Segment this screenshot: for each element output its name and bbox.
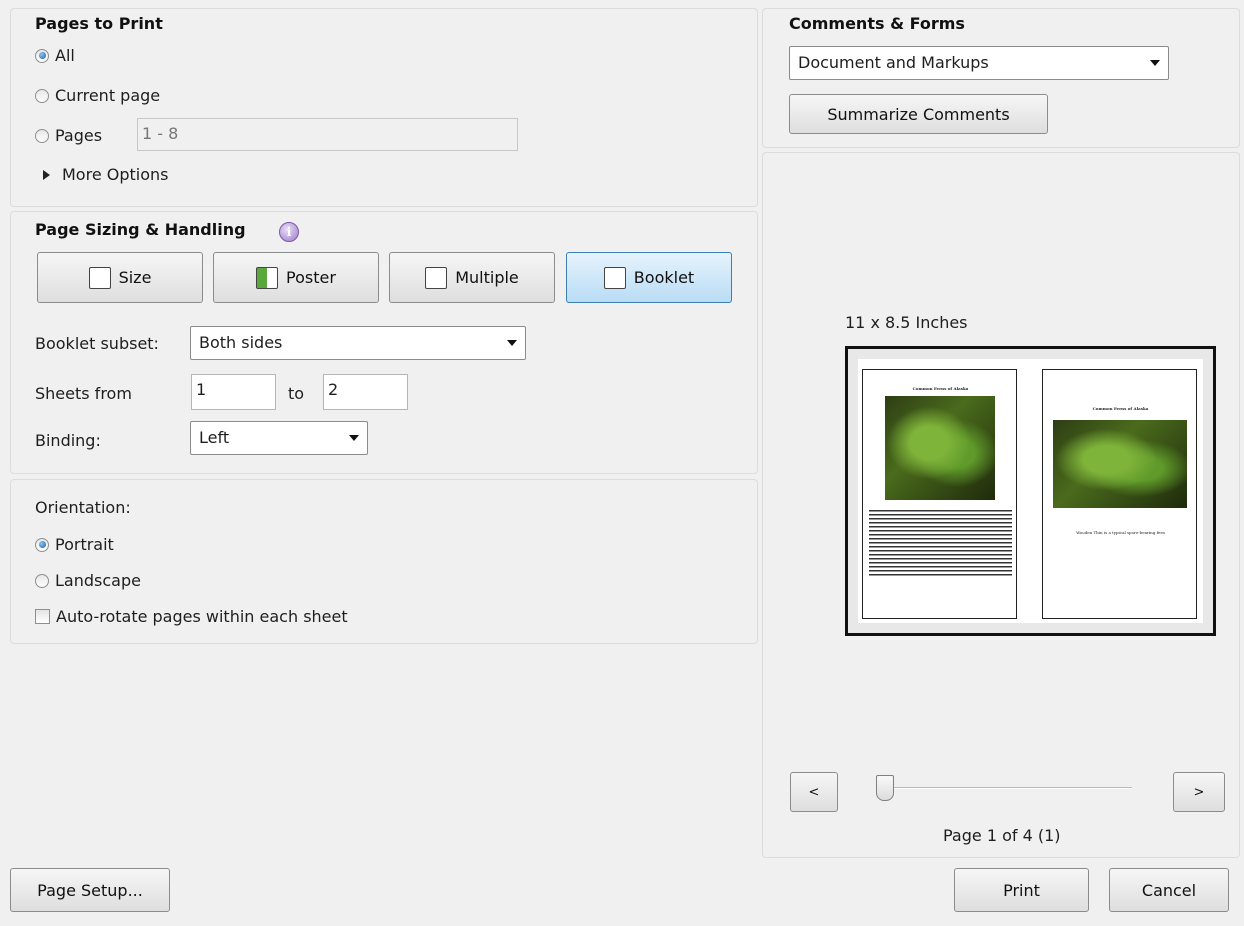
- booklet-subset-label: Booklet subset:: [35, 334, 159, 353]
- summarize-comments-label: Summarize Comments: [827, 104, 1010, 124]
- next-page-label: >: [1193, 784, 1205, 800]
- radio-all-label: All: [55, 46, 75, 65]
- print-button[interactable]: Print: [954, 868, 1089, 912]
- auto-rotate-label: Auto-rotate pages within each sheet: [56, 607, 348, 626]
- page-slider-thumb[interactable]: [876, 775, 894, 801]
- chevron-down-icon: [349, 435, 359, 441]
- expand-triangle-icon: [43, 169, 50, 180]
- chevron-down-icon: [507, 340, 517, 346]
- comments-forms-select[interactable]: Document and Markups: [789, 46, 1169, 80]
- binding-select[interactable]: Left: [190, 421, 368, 455]
- left-page-title: Common Ferns of Alaska: [912, 386, 969, 391]
- comments-forms-title: Comments & Forms: [789, 14, 965, 33]
- comments-forms-panel: Comments & Forms Document and Markups Su…: [762, 8, 1240, 148]
- binding-label: Binding:: [35, 431, 101, 450]
- booklet-button-label: Booklet: [633, 268, 695, 287]
- next-page-button[interactable]: >: [1173, 772, 1225, 812]
- print-label: Print: [1003, 880, 1040, 900]
- poster-button[interactable]: Poster: [213, 252, 379, 303]
- radio-all[interactable]: All: [35, 46, 75, 65]
- prev-page-button[interactable]: <: [790, 772, 838, 812]
- cancel-button[interactable]: Cancel: [1109, 868, 1229, 912]
- right-page-caption: Wooden Thin is a typical spore-bearing f…: [1076, 530, 1165, 535]
- size-button-label: Size: [118, 268, 152, 287]
- more-options-toggle[interactable]: More Options: [43, 165, 168, 184]
- binding-value: Left: [199, 428, 230, 447]
- print-preview: Common Ferns of Alaska Common Ferns of A…: [845, 346, 1216, 636]
- fern-photo-right: [1053, 420, 1187, 508]
- multiple-button-label: Multiple: [455, 268, 519, 287]
- radio-pages-label: Pages: [55, 126, 103, 145]
- page-setup-label: Page Setup...: [37, 880, 143, 900]
- preview-size-label: 11 x 8.5 Inches: [845, 313, 968, 332]
- radio-pages[interactable]: Pages: [35, 126, 102, 145]
- pages-to-print-title: Pages to Print: [35, 14, 163, 33]
- sheets-from-input[interactable]: 1: [191, 374, 276, 410]
- page-sizing-title: Page Sizing & Handling: [35, 220, 246, 239]
- booklet-subset-value: Both sides: [199, 333, 283, 352]
- pages-to-print-panel: Pages to Print All Current page Pages 1 …: [10, 8, 758, 207]
- info-icon[interactable]: i: [279, 222, 299, 242]
- page-status: Page 1 of 4 (1): [943, 826, 1061, 845]
- radio-current-page-label: Current page: [55, 86, 161, 105]
- fern-photo-left: [885, 396, 995, 500]
- page-setup-button[interactable]: Page Setup...: [10, 868, 170, 912]
- right-page-title: Common Ferns of Alaska: [1092, 406, 1149, 411]
- radio-portrait[interactable]: Portrait: [35, 535, 114, 554]
- preview-page-left: Common Ferns of Alaska: [862, 369, 1017, 619]
- preview-paper: Common Ferns of Alaska Common Ferns of A…: [858, 359, 1203, 623]
- auto-rotate-checkbox[interactable]: [35, 609, 50, 624]
- radio-landscape-label: Landscape: [55, 571, 141, 590]
- summarize-comments-button[interactable]: Summarize Comments: [789, 94, 1048, 134]
- pages-range-input[interactable]: 1 - 8: [137, 118, 518, 151]
- multiple-button[interactable]: Multiple: [389, 252, 555, 303]
- page-sizing-panel: Page Sizing & Handling i Size Poster Mul…: [10, 211, 758, 474]
- left-page-body-text: [869, 510, 1012, 576]
- radio-current-page-indicator[interactable]: [35, 88, 49, 103]
- radio-current-page[interactable]: Current page: [35, 86, 160, 105]
- to-label: to: [288, 384, 305, 403]
- radio-pages-indicator[interactable]: [35, 128, 49, 143]
- multiple-icon: [425, 266, 448, 289]
- size-button[interactable]: Size: [37, 252, 203, 303]
- booklet-icon: [603, 266, 626, 289]
- prev-page-label: <: [808, 784, 820, 800]
- radio-all-indicator[interactable]: [35, 48, 49, 63]
- page-slider-track[interactable]: [880, 787, 1132, 789]
- radio-landscape[interactable]: Landscape: [35, 571, 141, 590]
- radio-portrait-indicator[interactable]: [35, 537, 49, 552]
- poster-icon: [256, 266, 279, 289]
- booklet-button[interactable]: Booklet: [566, 252, 732, 303]
- orientation-title: Orientation:: [35, 498, 131, 517]
- more-options-label: More Options: [62, 165, 169, 184]
- preview-page-right: Common Ferns of Alaska Wooden Thin is a …: [1042, 369, 1197, 619]
- poster-button-label: Poster: [286, 268, 336, 287]
- comments-forms-value: Document and Markups: [798, 53, 989, 72]
- radio-landscape-indicator[interactable]: [35, 573, 49, 588]
- orientation-panel: Orientation: Portrait Landscape Auto-rot…: [10, 479, 758, 644]
- booklet-subset-select[interactable]: Both sides: [190, 326, 526, 360]
- cancel-label: Cancel: [1141, 880, 1197, 900]
- size-icon: [88, 266, 111, 289]
- sheets-to-input[interactable]: 2: [323, 374, 408, 410]
- radio-portrait-label: Portrait: [55, 535, 114, 554]
- sheets-from-label: Sheets from: [35, 384, 132, 403]
- auto-rotate-checkbox-row[interactable]: Auto-rotate pages within each sheet: [35, 607, 348, 626]
- chevron-down-icon: [1150, 60, 1160, 66]
